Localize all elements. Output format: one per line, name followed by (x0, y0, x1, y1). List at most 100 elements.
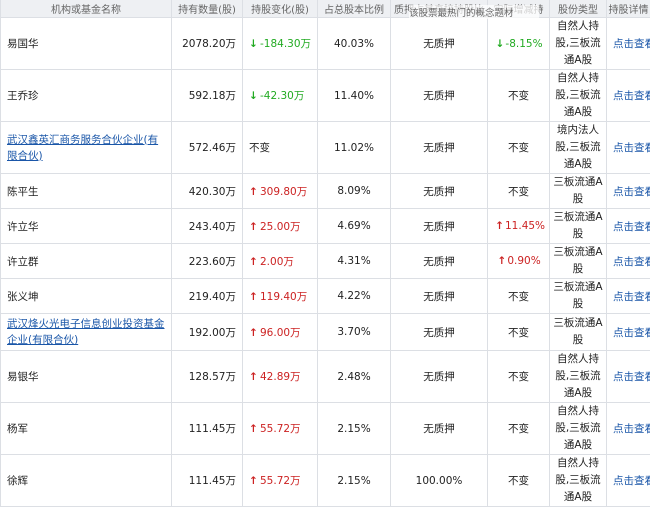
share-type: 境内法人股,三板流通A股 (550, 122, 607, 174)
col-header-change: 持股变化(股) (243, 0, 318, 18)
detail-link[interactable]: 点击查看 (613, 90, 650, 102)
table-row: 许立华243.40万↑25.00万4.69%无质押↑11.45%三板流通A股点击… (1, 209, 650, 244)
holding-change-value: 2.00万 (260, 256, 294, 268)
holding-change-value: 不变 (249, 142, 270, 154)
down-arrow-icon: ↓ (249, 38, 260, 50)
share-ratio: 11.40% (318, 70, 391, 122)
holding-change-value: -184.30万 (260, 38, 311, 50)
detail-cell: 点击查看 (607, 314, 650, 351)
holding-change: ↑42.89万 (243, 351, 318, 403)
pledge-ratio: 无质押 (391, 70, 488, 122)
actual-change-value: 不变 (508, 142, 529, 154)
actual-change-value: 0.90% (507, 255, 540, 267)
pledge-ratio: 无质押 (391, 209, 488, 244)
detail-cell: 点击查看 (607, 174, 650, 209)
actual-change: 不变 (488, 70, 550, 122)
table-row: 陈平生420.30万↑309.80万8.09%无质押不变三板流通A股点击查看 (1, 174, 650, 209)
holding-change-value: 55.72万 (260, 475, 301, 487)
detail-cell: 点击查看 (607, 403, 650, 455)
pledge-ratio: 无质押 (391, 279, 488, 314)
share-type: 三板流通A股 (550, 209, 607, 244)
holding-qty: 2078.20万 (172, 18, 243, 70)
holder-name-link[interactable]: 武汉鑫英汇商务服务合伙企业(有限合伙) (7, 132, 165, 164)
holder-name: 许立群 (1, 244, 172, 279)
detail-link[interactable]: 点击查看 (613, 256, 650, 268)
detail-cell: 点击查看 (607, 122, 650, 174)
detail-link[interactable]: 点击查看 (613, 38, 650, 50)
share-ratio: 40.03% (318, 18, 391, 70)
actual-change-value: 不变 (508, 423, 529, 435)
actual-change: ↓-8.15% (488, 18, 550, 70)
table-row: 易银华128.57万↑42.89万2.48%无质押不变自然人持股,三板流通A股点… (1, 351, 650, 403)
detail-link[interactable]: 点击查看 (613, 221, 650, 233)
holding-qty: 243.40万 (172, 209, 243, 244)
table-row: 易国华2078.20万↓-184.30万40.03%无质押↓-8.15%自然人持… (1, 18, 650, 70)
holder-name: 陈平生 (1, 174, 172, 209)
holding-change: ↑25.00万 (243, 209, 318, 244)
pledge-ratio: 无质押 (391, 174, 488, 209)
actual-change-value: 不变 (508, 327, 529, 339)
holding-change: 不变 (243, 122, 318, 174)
holding-change-value: 96.00万 (260, 327, 301, 339)
up-arrow-icon: ↑ (494, 220, 505, 232)
share-type: 自然人持股,三板流通A股 (550, 455, 607, 507)
holding-qty: 192.00万 (172, 314, 243, 351)
actual-change: 不变 (488, 455, 550, 507)
holding-change: ↑309.80万 (243, 174, 318, 209)
detail-link[interactable]: 点击查看 (613, 423, 650, 435)
holder-name: 许立华 (1, 209, 172, 244)
holding-change-value: 119.40万 (260, 291, 307, 303)
detail-cell: 点击查看 (607, 351, 650, 403)
holding-change-value: 25.00万 (260, 221, 301, 233)
holding-change: ↓-184.30万 (243, 18, 318, 70)
holding-qty: 111.45万 (172, 455, 243, 507)
table-row: 杨军111.45万↑55.72万2.15%无质押不变自然人持股,三板流通A股点击… (1, 403, 650, 455)
up-arrow-icon: ↑ (249, 186, 260, 198)
actual-change: 不变 (488, 351, 550, 403)
holding-qty: 219.40万 (172, 279, 243, 314)
down-arrow-icon: ↓ (494, 38, 505, 50)
pledge-ratio: 无质押 (391, 351, 488, 403)
share-ratio: 4.31% (318, 244, 391, 279)
holding-change-value: 55.72万 (260, 423, 301, 435)
holder-name: 王乔珍 (1, 70, 172, 122)
holder-name-cell: 武汉鑫英汇商务服务合伙企业(有限合伙) (1, 122, 172, 174)
table-header-row: 机构或基金名称 持有数量(股) 持股变化(股) 占总股本比例 质押占其直接持股比… (1, 0, 650, 18)
share-ratio: 8.09% (318, 174, 391, 209)
up-arrow-icon: ↑ (249, 221, 260, 233)
up-arrow-icon: ↑ (496, 255, 507, 267)
detail-link[interactable]: 点击查看 (613, 291, 650, 303)
detail-link[interactable]: 点击查看 (613, 186, 650, 198)
actual-change-value: 不变 (508, 475, 529, 487)
actual-change: 不变 (488, 122, 550, 174)
detail-link[interactable]: 点击查看 (613, 142, 650, 154)
holding-qty: 592.18万 (172, 70, 243, 122)
pledge-ratio: 无质押 (391, 244, 488, 279)
detail-link[interactable]: 点击查看 (613, 371, 650, 383)
pledge-ratio: 100.00% (391, 455, 488, 507)
shareholder-table: 机构或基金名称 持有数量(股) 持股变化(股) 占总股本比例 质押占其直接持股比… (0, 0, 650, 507)
holder-name-link[interactable]: 武汉烽火光电子信息创业投资基金企业(有限合伙) (7, 316, 165, 348)
detail-link[interactable]: 点击查看 (613, 327, 650, 339)
detail-link[interactable]: 点击查看 (613, 475, 650, 487)
detail-cell: 点击查看 (607, 209, 650, 244)
share-ratio: 4.69% (318, 209, 391, 244)
detail-cell: 点击查看 (607, 455, 650, 507)
holding-change-value: -42.30万 (260, 90, 304, 102)
down-arrow-icon: ↓ (249, 90, 260, 102)
shareholder-table-panel: 机构或基金名称 持有数量(股) 持股变化(股) 占总股本比例 质押占其直接持股比… (0, 0, 650, 493)
col-header-name: 机构或基金名称 (1, 0, 172, 18)
holding-change-value: 309.80万 (260, 186, 307, 198)
col-header-detail: 持股详情 (607, 0, 650, 18)
holder-name: 徐辉 (1, 455, 172, 507)
share-type: 自然人持股,三板流通A股 (550, 18, 607, 70)
holding-change-value: 42.89万 (260, 371, 301, 383)
actual-change: ↑11.45% (488, 209, 550, 244)
pledge-ratio: 无质押 (391, 122, 488, 174)
share-type: 自然人持股,三板流通A股 (550, 70, 607, 122)
share-ratio: 2.15% (318, 455, 391, 507)
holding-qty: 223.60万 (172, 244, 243, 279)
holding-qty: 111.45万 (172, 403, 243, 455)
up-arrow-icon: ↑ (249, 327, 260, 339)
holding-change: ↑96.00万 (243, 314, 318, 351)
